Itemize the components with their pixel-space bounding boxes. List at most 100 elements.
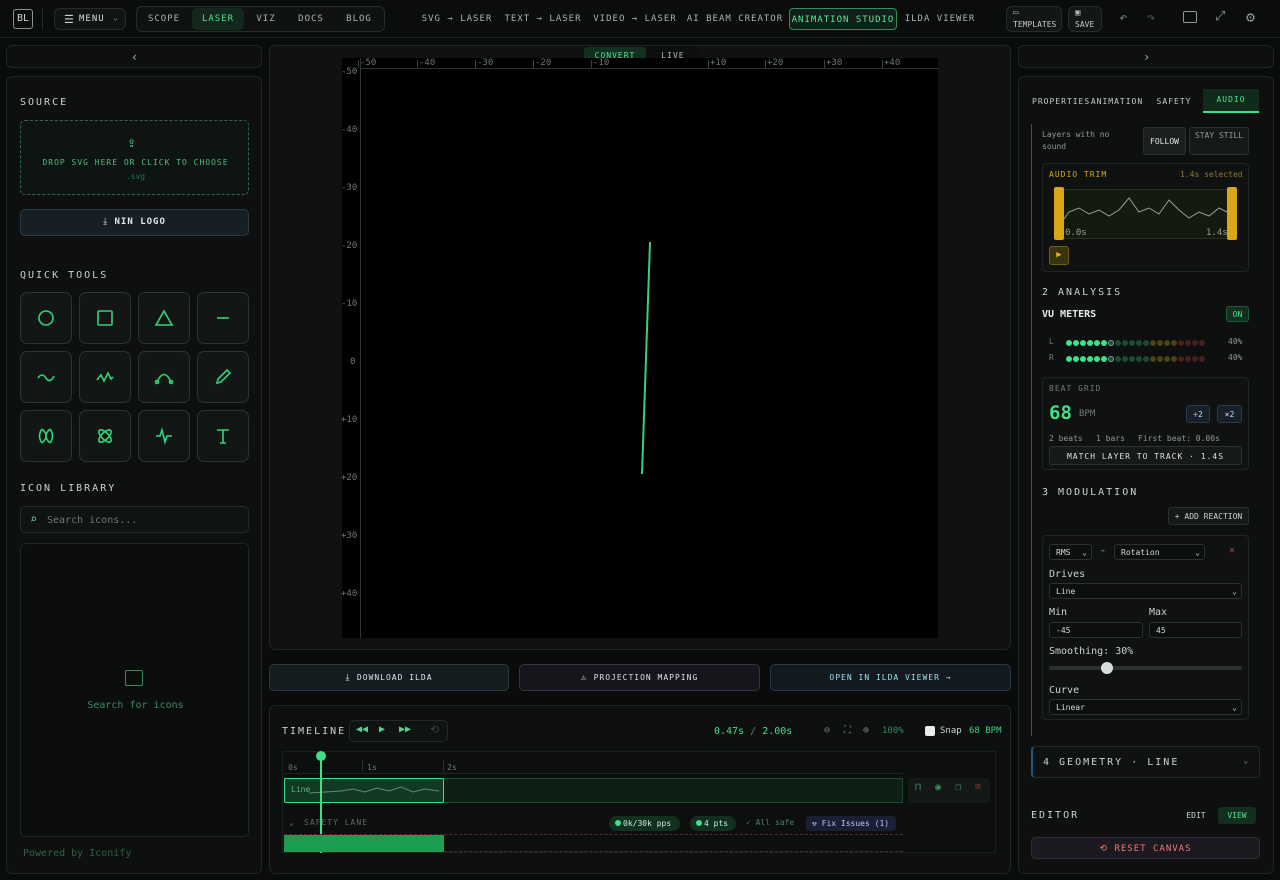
- nin-logo-button[interactable]: ⤓ NIN LOGO: [20, 209, 249, 236]
- playhead-knob[interactable]: [316, 751, 326, 761]
- x-tick-mark: [533, 60, 534, 68]
- bpm-double-button[interactable]: ×2: [1217, 405, 1242, 423]
- vu-segment: [1171, 356, 1177, 362]
- fix-issues-button[interactable]: ⚒ Fix Issues (1): [806, 816, 896, 831]
- vu-segment: [1164, 356, 1170, 362]
- loop-icon[interactable]: ⟲: [430, 723, 439, 736]
- safety-lane-chevron-icon[interactable]: ⌄: [289, 818, 294, 827]
- lock-icon[interactable]: ⊓: [915, 782, 921, 793]
- powered-by[interactable]: Powered by Iconify: [23, 848, 131, 859]
- wave-tool-icon[interactable]: [20, 351, 72, 403]
- menu-button[interactable]: ☰ MENU ⌄: [54, 8, 126, 30]
- x-tick-mark: [882, 60, 883, 68]
- tab-safety[interactable]: SAFETY: [1150, 91, 1198, 113]
- atom-tool-icon[interactable]: [79, 410, 131, 462]
- trim-handle-start[interactable]: [1054, 187, 1064, 240]
- left-collapse-bar[interactable]: ‹: [6, 45, 262, 68]
- redo-icon[interactable]: ↷: [1147, 10, 1155, 26]
- undo-icon[interactable]: ↶: [1119, 10, 1127, 26]
- chevron-down-icon: ⌄: [1195, 548, 1200, 557]
- modulation-title: 3 MODULATION: [1042, 487, 1139, 498]
- vu-segment: [1185, 356, 1191, 362]
- min-input[interactable]: [1049, 622, 1143, 638]
- add-reaction-button[interactable]: + ADD REACTION: [1168, 507, 1249, 525]
- x-tick-label: -20: [535, 58, 552, 68]
- reset-canvas-button[interactable]: ⟲ RESET CANVAS: [1031, 837, 1260, 859]
- download-ilda-button[interactable]: ⤓ DOWNLOAD ILDA: [269, 664, 509, 691]
- x-tick-mark: [475, 60, 476, 68]
- bpm-label: 68 BPM: [969, 726, 1002, 736]
- nav-video-laser[interactable]: VIDEO → LASER: [591, 8, 679, 30]
- zoom-out-icon[interactable]: ⊖: [824, 725, 830, 736]
- pulse-tool-icon[interactable]: [138, 410, 190, 462]
- smoothing-slider-thumb[interactable]: [1100, 662, 1113, 674]
- zoom-in-icon[interactable]: ⊕: [863, 725, 869, 736]
- circle-tool-icon[interactable]: [20, 292, 72, 344]
- nav-ilda-viewer[interactable]: ILDA VIEWER: [902, 8, 978, 30]
- nav-viz[interactable]: VIZ: [248, 8, 284, 30]
- match-layer-button[interactable]: MATCH LAYER TO TRACK · 1.4S: [1049, 446, 1242, 465]
- stay-still-button[interactable]: STAY STILL: [1189, 127, 1249, 155]
- laser-canvas[interactable]: [342, 58, 938, 638]
- rewind-icon[interactable]: ◀◀: [356, 724, 368, 735]
- eye-icon[interactable]: ◉: [935, 782, 941, 793]
- lissajous-tool-icon[interactable]: [20, 410, 72, 462]
- text-tool-icon[interactable]: [197, 410, 249, 462]
- nav-animation-studio[interactable]: ANIMATION STUDIO: [789, 8, 897, 30]
- fast-forward-icon[interactable]: ▶▶: [399, 724, 411, 735]
- nav-svg-laser[interactable]: SVG → LASER: [418, 8, 496, 30]
- audio-play-button[interactable]: ▶: [1049, 246, 1069, 265]
- geometry-section[interactable]: 4 GEOMETRY · LINE ⌄: [1031, 746, 1260, 778]
- svg-dropzone[interactable]: ⇪ DROP SVG HERE OR CLICK TO CHOOSE .svg: [20, 120, 249, 195]
- icon-search-input[interactable]: [47, 512, 242, 528]
- bpm-half-button[interactable]: ÷2: [1186, 405, 1210, 423]
- pencil-tool-icon[interactable]: [197, 351, 249, 403]
- reaction-target-select[interactable]: Rotation ⌄: [1114, 544, 1205, 560]
- layer-clip[interactable]: Line: [284, 778, 444, 803]
- fit-icon[interactable]: ⛶: [844, 725, 851, 736]
- arc-tool-icon[interactable]: [138, 351, 190, 403]
- edit-mode-button[interactable]: EDIT: [1177, 807, 1215, 824]
- triangle-tool-icon[interactable]: [138, 292, 190, 344]
- right-collapse-bar[interactable]: ›: [1018, 45, 1274, 68]
- nav-ai-beam[interactable]: AI BEAM CREATOR: [686, 8, 784, 30]
- nav-laser[interactable]: LASER: [192, 8, 244, 30]
- reaction-source-select[interactable]: RMS ⌄: [1049, 544, 1092, 560]
- trim-handle-end[interactable]: [1227, 187, 1237, 240]
- nav-blog[interactable]: BLOG: [338, 8, 380, 30]
- x-tick-mark: [417, 60, 418, 68]
- vu-on-badge[interactable]: ON: [1226, 306, 1249, 322]
- nav-scope[interactable]: SCOPE: [142, 8, 186, 30]
- chevron-down-icon: ⌄: [1232, 587, 1237, 596]
- play-icon[interactable]: ▶: [379, 724, 385, 735]
- view-mode-button[interactable]: VIEW: [1218, 807, 1256, 824]
- fullscreen-icon[interactable]: ⤢: [1215, 9, 1225, 24]
- smoothing-slider-track[interactable]: [1049, 666, 1242, 670]
- tab-audio[interactable]: AUDIO: [1203, 89, 1259, 113]
- projection-mapping-button[interactable]: ⚠ PROJECTION MAPPING: [519, 664, 760, 691]
- folder-icon: ▭: [1013, 8, 1019, 18]
- open-ilda-viewer-button[interactable]: OPEN IN ILDA VIEWER →: [770, 664, 1011, 691]
- chevron-down-icon: ⌄: [1082, 548, 1087, 557]
- snap-checkbox[interactable]: [925, 726, 935, 736]
- comment-icon[interactable]: [1183, 11, 1197, 23]
- line-tool-icon[interactable]: [197, 292, 249, 344]
- app-logo[interactable]: BL: [13, 9, 33, 29]
- square-tool-icon[interactable]: [79, 292, 131, 344]
- zigzag-tool-icon[interactable]: [79, 351, 131, 403]
- tab-properties[interactable]: PROPERTIES: [1032, 91, 1090, 113]
- nav-docs[interactable]: DOCS: [290, 8, 332, 30]
- remove-reaction-icon[interactable]: ×: [1229, 545, 1235, 556]
- drives-select[interactable]: Line ⌄: [1049, 583, 1242, 599]
- follow-button[interactable]: FOLLOW: [1143, 127, 1186, 155]
- nav-text-laser[interactable]: TEXT → LASER: [503, 8, 583, 30]
- audio-section-accent: [1031, 124, 1032, 736]
- curve-select[interactable]: Linear ⌄: [1049, 699, 1242, 715]
- save-button[interactable]: ▣ SAVE: [1068, 6, 1102, 32]
- tab-animation[interactable]: ANIMATION: [1090, 91, 1144, 113]
- templates-button[interactable]: ▭ TEMPLATES: [1006, 6, 1062, 32]
- trash-icon[interactable]: ⌧: [975, 782, 981, 793]
- gear-icon[interactable]: ⚙: [1246, 8, 1255, 26]
- copy-icon[interactable]: ❐: [955, 782, 961, 793]
- max-input[interactable]: [1149, 622, 1242, 638]
